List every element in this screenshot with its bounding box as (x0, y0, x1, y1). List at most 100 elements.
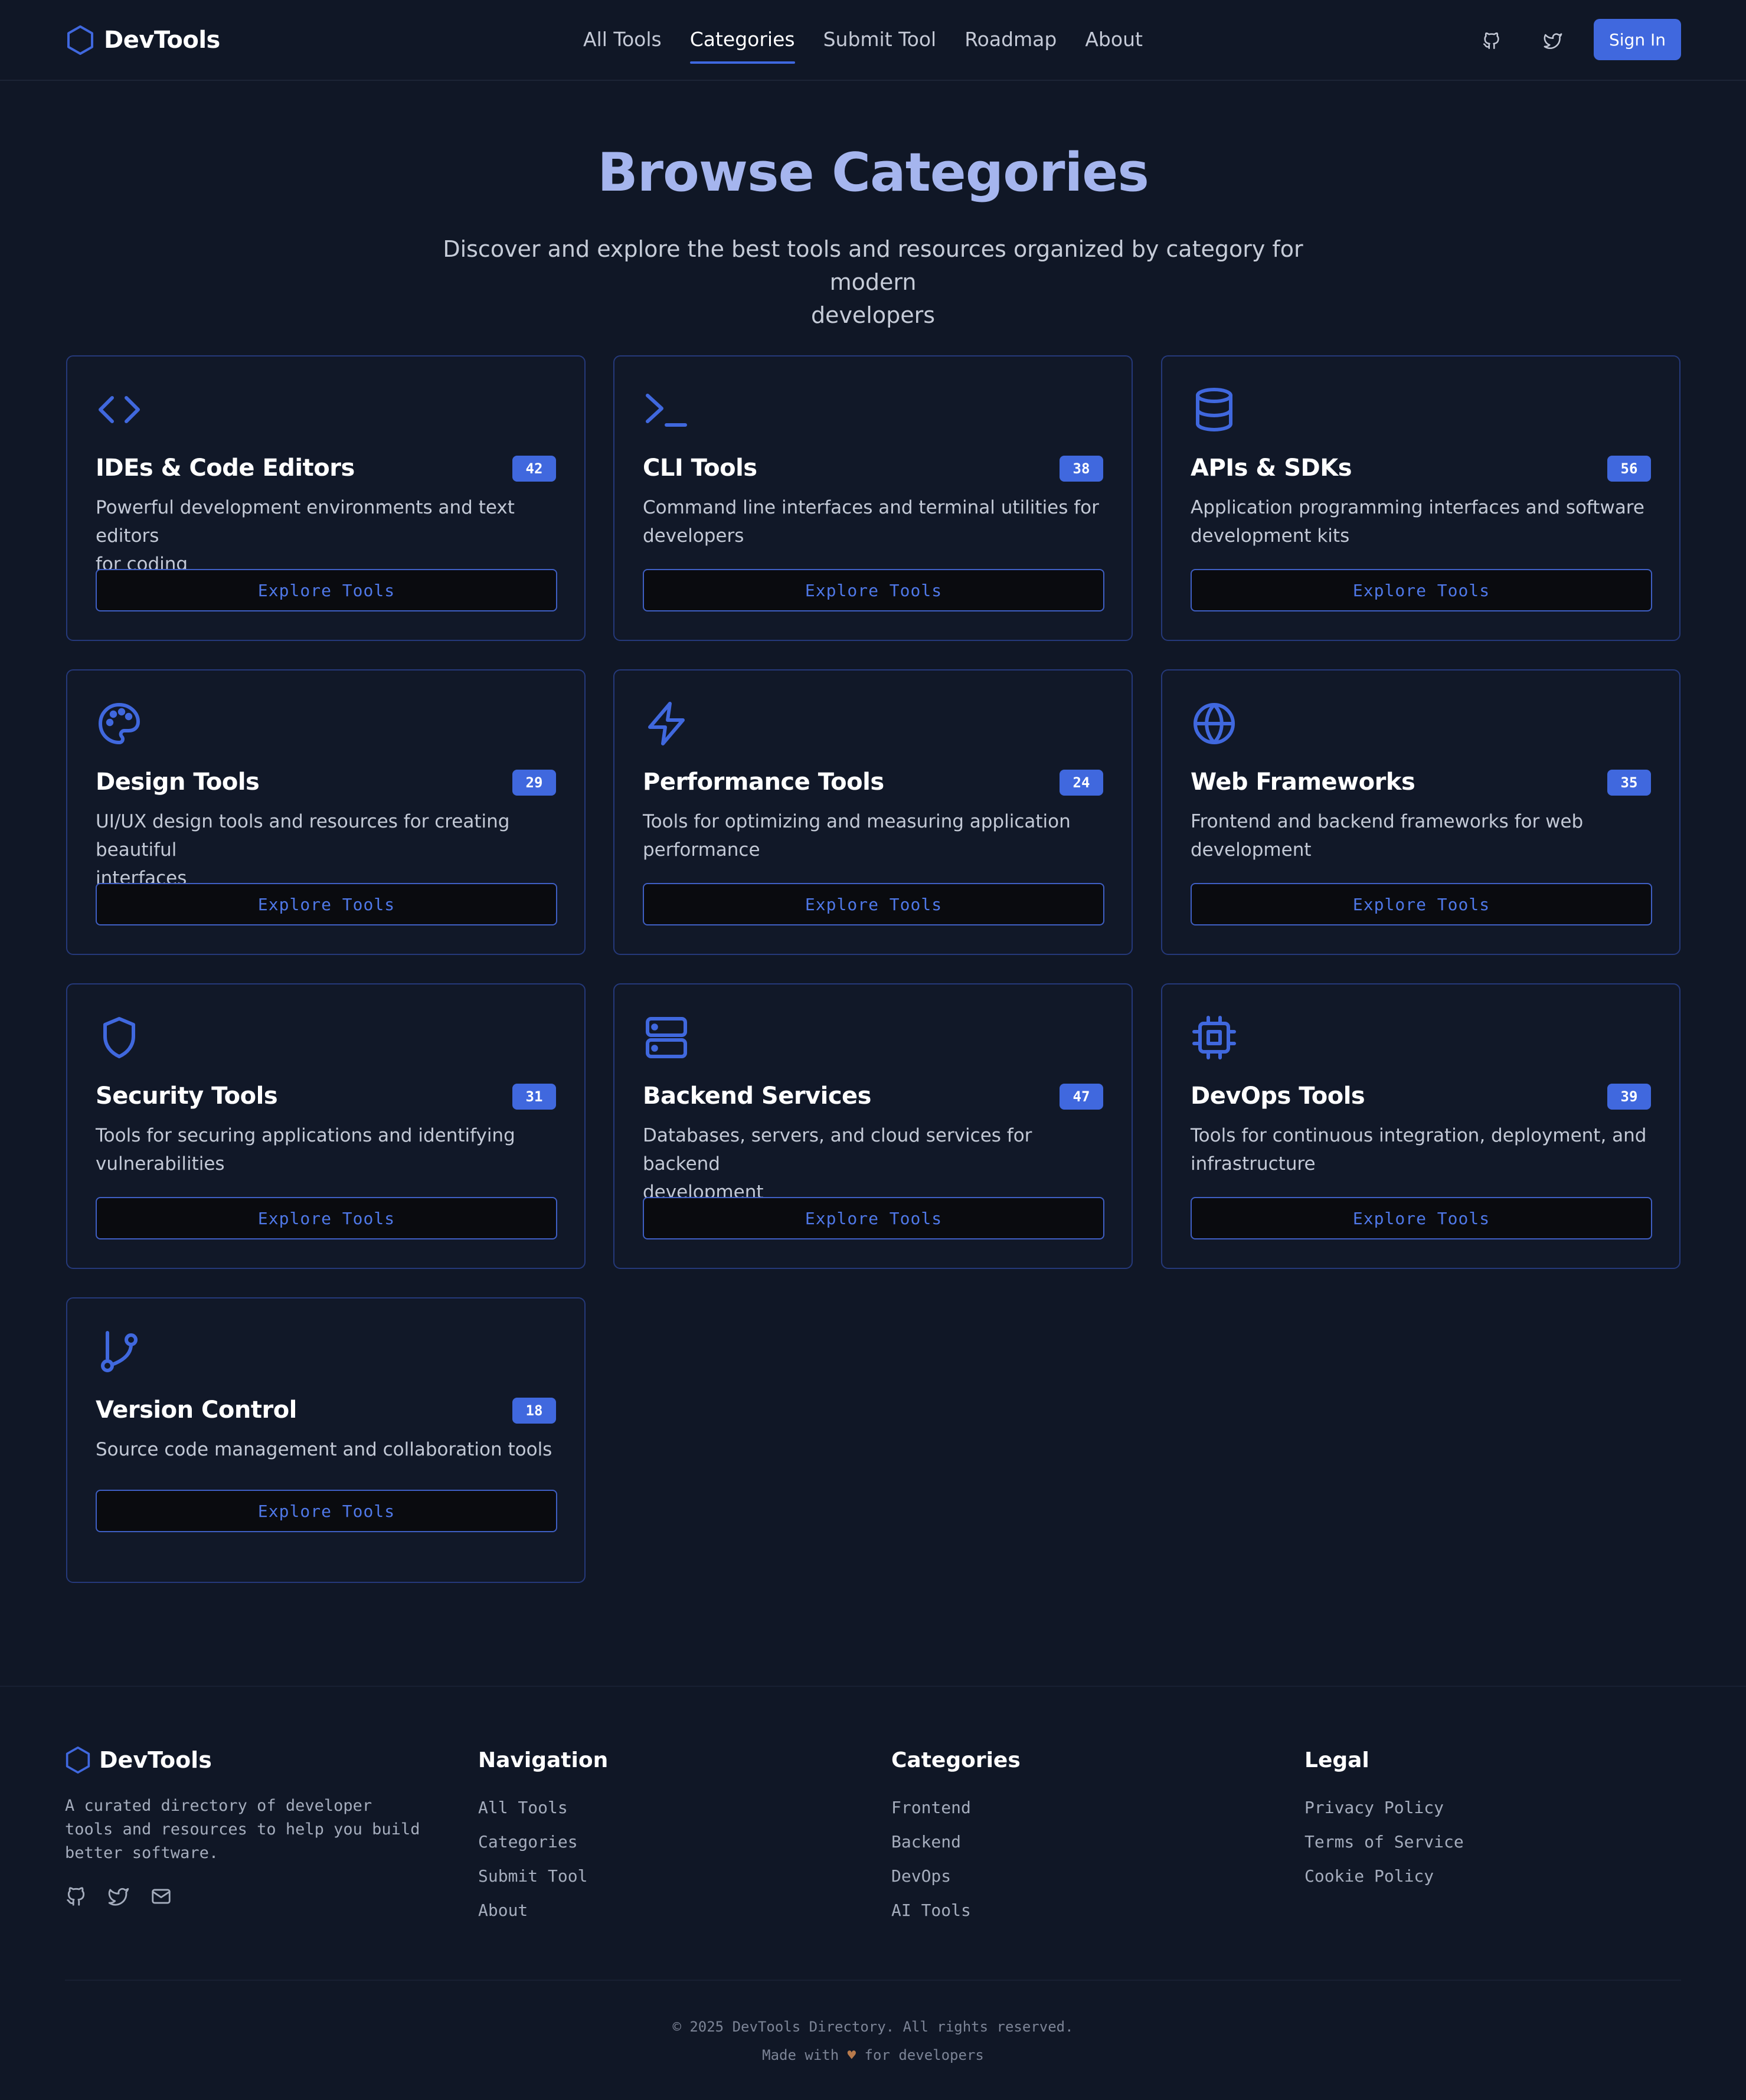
terminal-icon (643, 386, 690, 433)
brand-logo[interactable]: DevTools (66, 24, 220, 57)
explore-tools-button[interactable]: Explore Tools (96, 1197, 557, 1239)
footer-mail-icon[interactable] (150, 1885, 175, 1910)
category-card-version-control[interactable]: Version Control 18 Source code managemen… (66, 1297, 586, 1583)
footer-link-about[interactable]: About (478, 1901, 528, 1920)
main-nav: All Tools Categories Submit Tool Roadmap… (583, 22, 1171, 64)
footer-link-submit-tool[interactable]: Submit Tool (478, 1866, 587, 1886)
category-card-security[interactable]: Security Tools 31 Tools for securing app… (66, 983, 586, 1269)
category-card-apis[interactable]: APIs & SDKs 56 Application programming i… (1161, 355, 1680, 641)
page-subtitle-line-2: developers (810, 302, 936, 328)
explore-tools-button[interactable]: Explore Tools (96, 1490, 557, 1532)
card-title: APIs & SDKs (1191, 454, 1352, 482)
globe-icon (1191, 700, 1238, 747)
explore-tools-button[interactable]: Explore Tools (643, 883, 1104, 925)
footer-divider (65, 1980, 1681, 1981)
footer-navigation-title: Navigation (478, 1748, 609, 1772)
footer-link-terms-of-service[interactable]: Terms of Service (1304, 1832, 1464, 1852)
card-description-line-2: development kits (1191, 525, 1350, 547)
card-description: UI/UX design tools and resources for cre… (96, 807, 558, 892)
shield-icon (96, 1014, 143, 1061)
explore-tools-button[interactable]: Explore Tools (1191, 883, 1652, 925)
card-description-line-1: UI/UX design tools and resources for cre… (96, 811, 510, 861)
category-card-design[interactable]: Design Tools 29 UI/UX design tools and r… (66, 669, 586, 955)
footer-description: A curated directory of developer tools a… (65, 1794, 443, 1865)
tool-count-badge: 24 (1060, 770, 1103, 796)
database-icon (1191, 386, 1238, 433)
footer-link-cookie-policy[interactable]: Cookie Policy (1304, 1866, 1434, 1886)
card-title: IDEs & Code Editors (96, 454, 355, 482)
hexagon-logo-icon (67, 25, 93, 55)
nav-all-tools[interactable]: All Tools (583, 22, 662, 64)
hexagon-logo-icon (66, 1746, 90, 1774)
card-title: Backend Services (643, 1082, 871, 1110)
card-title: Performance Tools (643, 768, 884, 796)
explore-tools-button[interactable]: Explore Tools (643, 1197, 1104, 1239)
explore-tools-button[interactable]: Explore Tools (96, 883, 557, 925)
footer-twitter-icon[interactable] (107, 1885, 132, 1910)
tool-count-badge: 18 (512, 1398, 556, 1424)
card-description-line-1: Powerful development environments and te… (96, 497, 515, 547)
card-description: Frontend and backend frameworks for web … (1191, 807, 1653, 864)
tool-count-badge: 31 (512, 1084, 556, 1110)
explore-tools-button[interactable]: Explore Tools (643, 569, 1104, 611)
brand-name: DevTools (104, 27, 220, 54)
footer-link-all-tools[interactable]: All Tools (478, 1798, 568, 1817)
nav-categories[interactable]: Categories (689, 22, 795, 64)
footer-description-line-1: A curated directory of developer (65, 1797, 372, 1815)
footer-link-privacy-policy[interactable]: Privacy Policy (1304, 1798, 1444, 1817)
nav-about[interactable]: About (1085, 22, 1143, 64)
nav-roadmap[interactable]: Roadmap (964, 22, 1057, 64)
explore-tools-button[interactable]: Explore Tools (1191, 569, 1652, 611)
card-description: Tools for securing applications and iden… (96, 1121, 558, 1178)
made-with-suffix: for developers (864, 2047, 984, 2063)
lightning-icon (643, 700, 690, 747)
tool-count-badge: 35 (1607, 770, 1651, 796)
page-title: Browse Categories (597, 142, 1149, 204)
card-description-line-1: Tools for continuous integration, deploy… (1191, 1125, 1647, 1146)
card-description-line-2: developers (643, 525, 744, 547)
twitter-icon[interactable] (1538, 26, 1568, 55)
footer-link-devops[interactable]: DevOps (891, 1866, 951, 1886)
tool-count-badge: 47 (1060, 1084, 1103, 1110)
footer-link-frontend[interactable]: Frontend (891, 1798, 971, 1817)
card-description: Command line interfaces and terminal uti… (643, 493, 1106, 550)
card-title: Security Tools (96, 1082, 278, 1110)
footer-description-line-2: tools and resources to help you build (65, 1820, 420, 1839)
tool-count-badge: 42 (512, 456, 556, 482)
category-card-devops[interactable]: DevOps Tools 39 Tools for continuous int… (1161, 983, 1680, 1269)
footer-link-categories[interactable]: Categories (478, 1832, 578, 1852)
card-description-line-1: Frontend and backend frameworks for web (1191, 811, 1584, 832)
sign-in-button[interactable]: Sign In (1594, 19, 1681, 60)
card-description-line-2: infrastructure (1191, 1153, 1316, 1175)
footer-categories-title: Categories (891, 1748, 1021, 1772)
card-description-line-1: Source code management and collaboration… (96, 1439, 552, 1460)
footer-brand[interactable]: DevTools (65, 1746, 212, 1774)
card-title: Version Control (96, 1396, 297, 1424)
cpu-icon (1191, 1014, 1238, 1061)
tool-count-badge: 39 (1607, 1084, 1651, 1110)
git-branch-icon (96, 1328, 143, 1375)
card-description: Application programming interfaces and s… (1191, 493, 1653, 550)
footer-link-ai-tools[interactable]: AI Tools (891, 1901, 971, 1920)
github-icon[interactable] (1477, 26, 1506, 55)
footer-legal-title: Legal (1304, 1748, 1369, 1772)
footer-link-backend[interactable]: Backend (891, 1832, 961, 1852)
card-title: CLI Tools (643, 454, 757, 482)
category-card-backend[interactable]: Backend Services 47 Databases, servers, … (613, 983, 1133, 1269)
page-subtitle: Discover and explore the best tools and … (425, 233, 1321, 332)
category-card-performance[interactable]: Performance Tools 24 Tools for optimizin… (613, 669, 1133, 955)
explore-tools-button[interactable]: Explore Tools (96, 569, 557, 611)
card-title: DevOps Tools (1191, 1082, 1365, 1110)
nav-submit-tool[interactable]: Submit Tool (823, 22, 937, 64)
card-description: Tools for continuous integration, deploy… (1191, 1121, 1653, 1178)
explore-tools-button[interactable]: Explore Tools (1191, 1197, 1652, 1239)
category-card-cli[interactable]: CLI Tools 38 Command line interfaces and… (613, 355, 1133, 641)
footer-github-icon[interactable] (65, 1885, 90, 1910)
category-card-ides[interactable]: IDEs & Code Editors 42 Powerful developm… (66, 355, 586, 641)
tool-count-badge: 56 (1607, 456, 1651, 482)
category-card-web-frameworks[interactable]: Web Frameworks 35 Frontend and backend f… (1161, 669, 1680, 955)
card-description: Powerful development environments and te… (96, 493, 558, 578)
palette-icon (96, 700, 143, 747)
card-description-line-1: Tools for optimizing and measuring appli… (643, 811, 1071, 832)
footer-top-border (0, 1686, 1746, 1687)
